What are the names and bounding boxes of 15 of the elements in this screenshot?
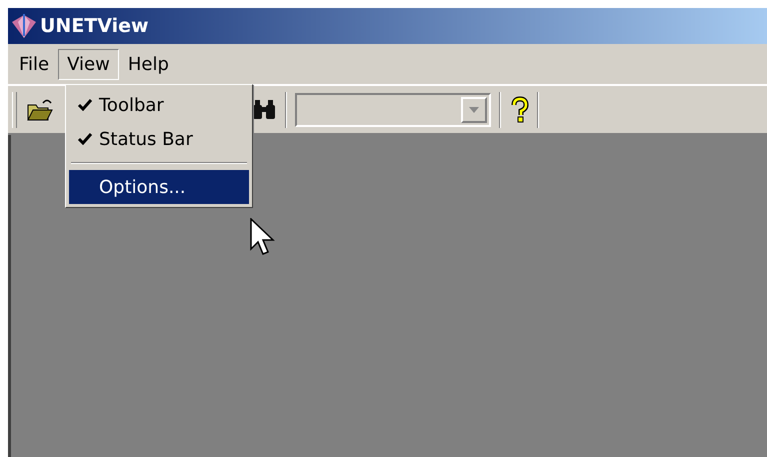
- check-icon: [77, 99, 93, 111]
- menu-option[interactable]: Toolbar: [69, 88, 249, 122]
- menu-item[interactable]: File: [10, 48, 58, 80]
- app-icon: [10, 13, 38, 39]
- binoculars-icon[interactable]: [251, 98, 277, 120]
- mouse-pointer-icon: [250, 218, 276, 256]
- combo-box[interactable]: [295, 92, 491, 126]
- menu-option[interactable]: Options...: [69, 170, 249, 204]
- menu-item[interactable]: View: [58, 48, 119, 80]
- dropdown-arrow-icon: [468, 106, 480, 114]
- menu-option[interactable]: Status Bar: [69, 122, 249, 156]
- check-icon: [77, 133, 93, 145]
- menu-item[interactable]: Help: [118, 48, 178, 80]
- window-title: UNETView: [40, 15, 149, 37]
- help-icon[interactable]: [509, 96, 529, 124]
